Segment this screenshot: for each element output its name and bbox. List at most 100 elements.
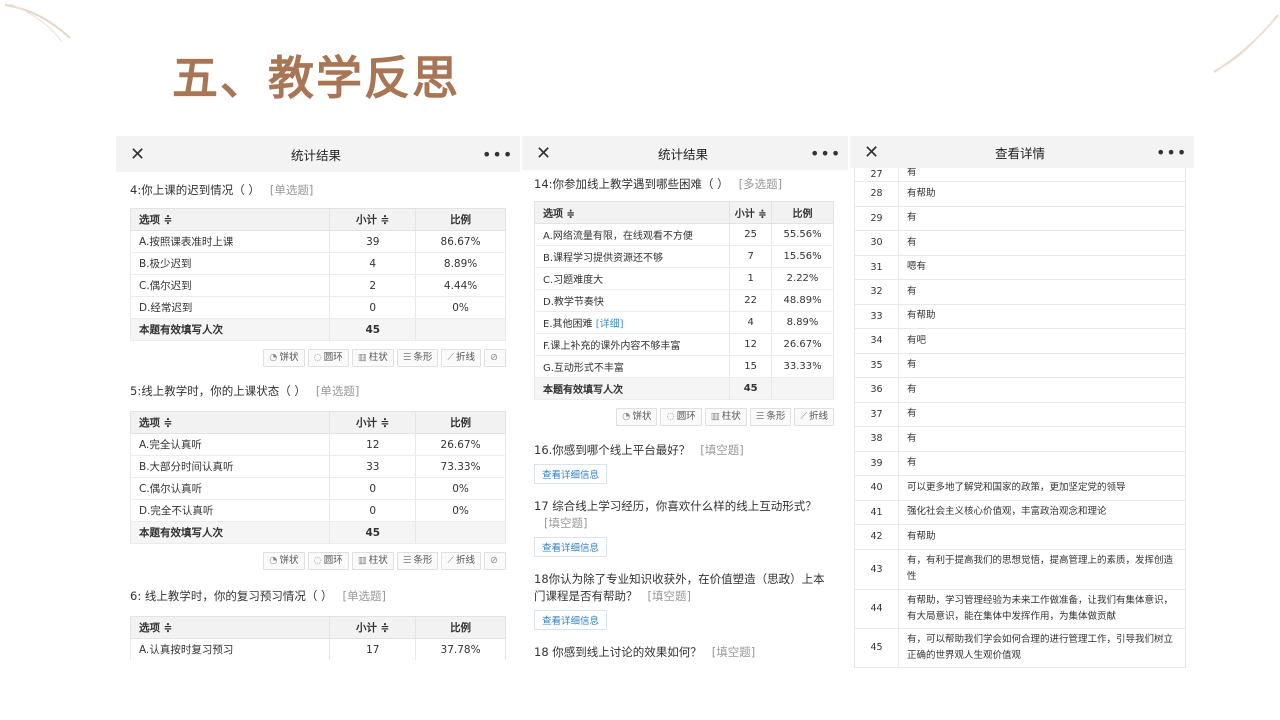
donut-icon: ◌: [666, 411, 675, 422]
close-icon[interactable]: ✕: [864, 142, 884, 163]
list-item: 33 有帮助: [854, 304, 1186, 329]
list-item: 37 有: [854, 402, 1186, 427]
chart-type-buttons: ◔ 饼状 ◌ 圆环 ▥ 柱状 ☰ 条形 ⟋ 折线: [522, 400, 848, 430]
column-header-count[interactable]: 小计 ≑: [329, 208, 417, 231]
chart-type-buttons: ◔ 饼状 ◌ 圆环 ▥ 柱状 ☰ 条形 ⟋ 折线 ⊘: [116, 544, 520, 574]
column-header-option[interactable]: 选项 ≑: [129, 616, 331, 639]
fill-question: 18 你感到线上讨论的效果如何？ [填空题]: [534, 645, 756, 659]
column-header-option[interactable]: 选项 ≑: [129, 208, 331, 231]
table-row: B.大部分时间认真听 33 73.33%: [129, 455, 506, 478]
view-details-button[interactable]: 查看详细信息: [534, 610, 608, 630]
table-row: D.经常迟到 0 0%: [129, 296, 506, 319]
list-item: 28 有帮助: [854, 182, 1186, 207]
fill-question: 16.你感到哪个线上平台最好？ [填空题] 查看详细信息: [522, 430, 848, 484]
stats-panel-middle: ✕ 统计结果 ••• 14:你参加线上教学遇到哪些困难（ ） [多选题] 选项 ≑…: [522, 136, 848, 660]
donut-chart-button[interactable]: ◌ 圆环: [307, 552, 349, 570]
line-icon: ⟋: [800, 411, 807, 422]
close-icon[interactable]: ✕: [536, 143, 556, 164]
column-header-count[interactable]: 小计 ≑: [329, 411, 417, 434]
list-item: 31 嗯有: [854, 255, 1186, 280]
list-item: 45 有，可以帮助我们学会如何合理的进行管理工作，引导我们树立正确的世界观人生观价…: [854, 628, 1186, 668]
donut-chart-button[interactable]: ◌ 圆环: [660, 408, 702, 426]
table-row: A.完全认真听 12 26.67%: [129, 433, 506, 456]
table-row: C.偶尔迟到 2 4.44%: [129, 274, 506, 297]
fill-question: 18你认为除了专业知识收获外，在价值塑造（思政）上本门课程是否有帮助？ [填空题]…: [522, 557, 848, 630]
hide-chart-button[interactable]: ⊘: [484, 552, 506, 570]
list-item: 29 有: [854, 206, 1186, 231]
list-item: 32 有: [854, 280, 1186, 305]
bar-icon: ☰: [755, 411, 765, 422]
table-row: B.极少迟到 4 8.89%: [129, 252, 506, 275]
column-header-ratio: 比例: [415, 616, 506, 639]
column-header-option[interactable]: 选项 ≑: [129, 411, 331, 434]
table-row: D.完全不认真听 0 0%: [129, 499, 506, 522]
line-icon: ⟋: [447, 555, 455, 566]
table-row: B.课程学习提供资源还不够 7 15.56%: [533, 245, 834, 268]
pie-chart-button[interactable]: ◔ 饼状: [263, 552, 305, 570]
hide-chart-button[interactable]: ⊘: [484, 349, 506, 367]
list-item: 30 有: [854, 231, 1186, 256]
bar-chart-button[interactable]: ☰ 条形: [749, 408, 792, 426]
column-header-option[interactable]: 选项 ≑: [533, 201, 731, 224]
list-item: 27 有: [854, 168, 1186, 182]
total-row: 本题有效填写人次 45: [129, 521, 506, 544]
header-title: 统计结果: [657, 146, 708, 162]
table-row: G.互动形式不丰富 15 33.33%: [533, 355, 834, 378]
column-chart-button[interactable]: ▥ 柱状: [351, 552, 394, 570]
bar-chart-button[interactable]: ☰ 条形: [396, 349, 439, 367]
list-item: 40 可以更多地了解党和国家的政策，更加坚定党的领导: [854, 476, 1186, 501]
view-details-button[interactable]: 查看详细信息: [534, 537, 608, 557]
bar-icon: ☰: [402, 352, 412, 363]
pie-chart-button[interactable]: ◔ 饼状: [263, 349, 305, 367]
bar-chart-button[interactable]: ☰ 条形: [396, 552, 439, 570]
table-row: A.网络流量有限，在线观看不方便 25 55.56%: [533, 223, 834, 246]
list-item: 38 有: [854, 427, 1186, 452]
stats-table: 选项 ≑ 小计 ≑ 比例 A.网络流量有限，在线观看不方便 25 55.56% B.…: [533, 201, 834, 400]
chart-type-buttons: ◔ 饼状 ◌ 圆环 ▥ 柱状 ☰ 条形 ⟋ 折线 ⊘: [116, 341, 520, 371]
close-icon[interactable]: ✕: [130, 144, 150, 165]
question-title: 14:你参加线上教学遇到哪些困难（ ） [多选题]: [534, 177, 783, 191]
table-row: A.认真按时复习预习 17 37.78%: [129, 638, 506, 660]
total-row: 本题有效填写人次 45: [129, 318, 506, 341]
line-chart-button[interactable]: ⟋ 折线: [441, 349, 482, 367]
column-chart-button[interactable]: ▥ 柱状: [351, 349, 394, 367]
detail-link[interactable]: [详细]: [596, 319, 624, 330]
header-title: 查看详情: [994, 145, 1045, 161]
table-row: C.习题难度大 1 2.22%: [533, 267, 834, 290]
column-header-ratio: 比例: [771, 201, 834, 224]
fill-question: 17 综合线上学习经历，你喜欢什么样的线上互动形式？[填空题] 查看详细信息: [522, 484, 848, 557]
pie-icon: ◔: [269, 352, 278, 363]
slide-title: 五、教学反思: [172, 51, 460, 105]
column-chart-button[interactable]: ▥ 柱状: [704, 408, 747, 426]
column-icon: ▥: [710, 411, 720, 422]
donut-chart-button[interactable]: ◌ 圆环: [307, 349, 349, 367]
table-row: A.按照课表准时上课 39 86.67%: [129, 230, 506, 253]
more-icon[interactable]: •••: [482, 145, 512, 164]
feather-decoration-icon: [1213, 14, 1279, 73]
line-chart-button[interactable]: ⟋ 折线: [794, 408, 834, 426]
column-icon: ▥: [357, 555, 367, 566]
view-details-button[interactable]: 查看详细信息: [534, 464, 608, 484]
list-item: 34 有吧: [854, 329, 1186, 354]
pie-icon: ◔: [269, 555, 278, 566]
table-row: C.偶尔认真听 0 0%: [129, 477, 506, 500]
line-chart-button[interactable]: ⟋ 折线: [441, 552, 482, 570]
pie-chart-button[interactable]: ◔ 饼状: [616, 408, 658, 426]
column-icon: ▥: [357, 352, 367, 363]
header-bar: ✕ 统计结果 •••: [522, 136, 848, 170]
total-row: 本题有效填写人次 45: [533, 377, 834, 400]
details-panel-right: ✕ 查看详情 ••• 27 有 28 有帮助 29 有 30 有 31 嗯有 32 有 33…: [850, 136, 1194, 670]
header-bar: ✕ 统计结果 •••: [116, 136, 520, 172]
table-row: D.教学节奏快 22 48.89%: [533, 289, 834, 312]
stats-table: 选项 ≑ 小计 ≑ 比例 A.按照课表准时上课 39 86.67% B.极少迟到 4 8…: [129, 208, 506, 341]
donut-icon: ◌: [313, 352, 322, 363]
feather-decoration-icon: [4, 3, 71, 43]
column-header-count[interactable]: 小计 ≑: [729, 201, 773, 224]
answer-list: 27 有 28 有帮助 29 有 30 有 31 嗯有 32 有 33 有帮助 34 有吧 35…: [854, 168, 1186, 668]
column-header-count[interactable]: 小计 ≑: [329, 616, 417, 639]
list-item: 39 有: [854, 451, 1186, 476]
more-icon[interactable]: •••: [810, 144, 840, 163]
more-icon[interactable]: •••: [1156, 143, 1186, 162]
list-item: 36 有: [854, 378, 1186, 403]
stats-table: 选项 ≑ 小计 ≑ 比例 A.认真按时复习预习 17 37.78%: [129, 616, 506, 660]
